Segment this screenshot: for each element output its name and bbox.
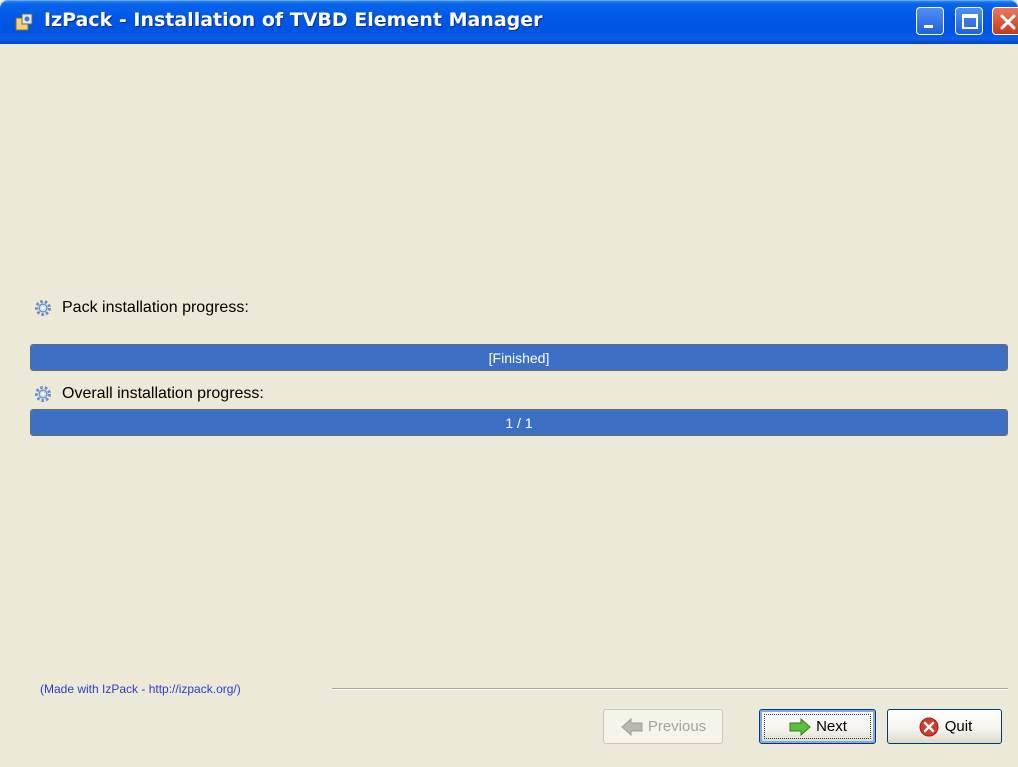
minimize-icon — [924, 25, 933, 28]
pack-progress-status: [Finished] — [488, 349, 550, 366]
overall-progress-text: Overall installation progress: — [62, 385, 264, 402]
maximize-button[interactable] — [955, 7, 983, 35]
overall-progress-label: Overall installation progress: — [34, 383, 264, 405]
made-with-izpack-label: (Made with IzPack - http://izpack.org/) — [40, 682, 241, 696]
next-button-label: Next — [816, 718, 847, 735]
pack-progress-bar: [Finished] — [30, 344, 1008, 371]
close-icon — [1000, 14, 1016, 30]
next-button[interactable]: Next — [759, 709, 876, 744]
gear-icon — [35, 386, 51, 402]
quit-button[interactable]: Quit — [887, 709, 1002, 744]
close-button[interactable] — [992, 7, 1018, 35]
gear-icon — [35, 300, 51, 316]
overall-progress-status: 1 / 1 — [505, 414, 533, 431]
pack-progress-label: Pack installation progress: — [34, 297, 249, 319]
quit-button-label: Quit — [944, 718, 973, 735]
installer-window: IzPack - Installation of TVBD Element Ma… — [0, 0, 1018, 767]
footer-separator — [332, 688, 1008, 690]
previous-button-label: Previous — [647, 718, 707, 735]
title-bar[interactable]: IzPack - Installation of TVBD Element Ma… — [0, 0, 1018, 44]
pack-progress-text: Pack installation progress: — [62, 299, 249, 316]
minimize-button[interactable] — [916, 7, 944, 35]
quit-x-icon — [919, 717, 939, 736]
app-installer-icon — [15, 13, 33, 31]
overall-progress-bar: 1 / 1 — [30, 409, 1008, 436]
arrow-right-icon — [789, 717, 811, 736]
window-title: IzPack - Installation of TVBD Element Ma… — [44, 9, 543, 31]
arrow-left-icon — [621, 717, 643, 736]
previous-button[interactable]: Previous — [603, 709, 723, 744]
maximize-icon — [962, 14, 978, 29]
